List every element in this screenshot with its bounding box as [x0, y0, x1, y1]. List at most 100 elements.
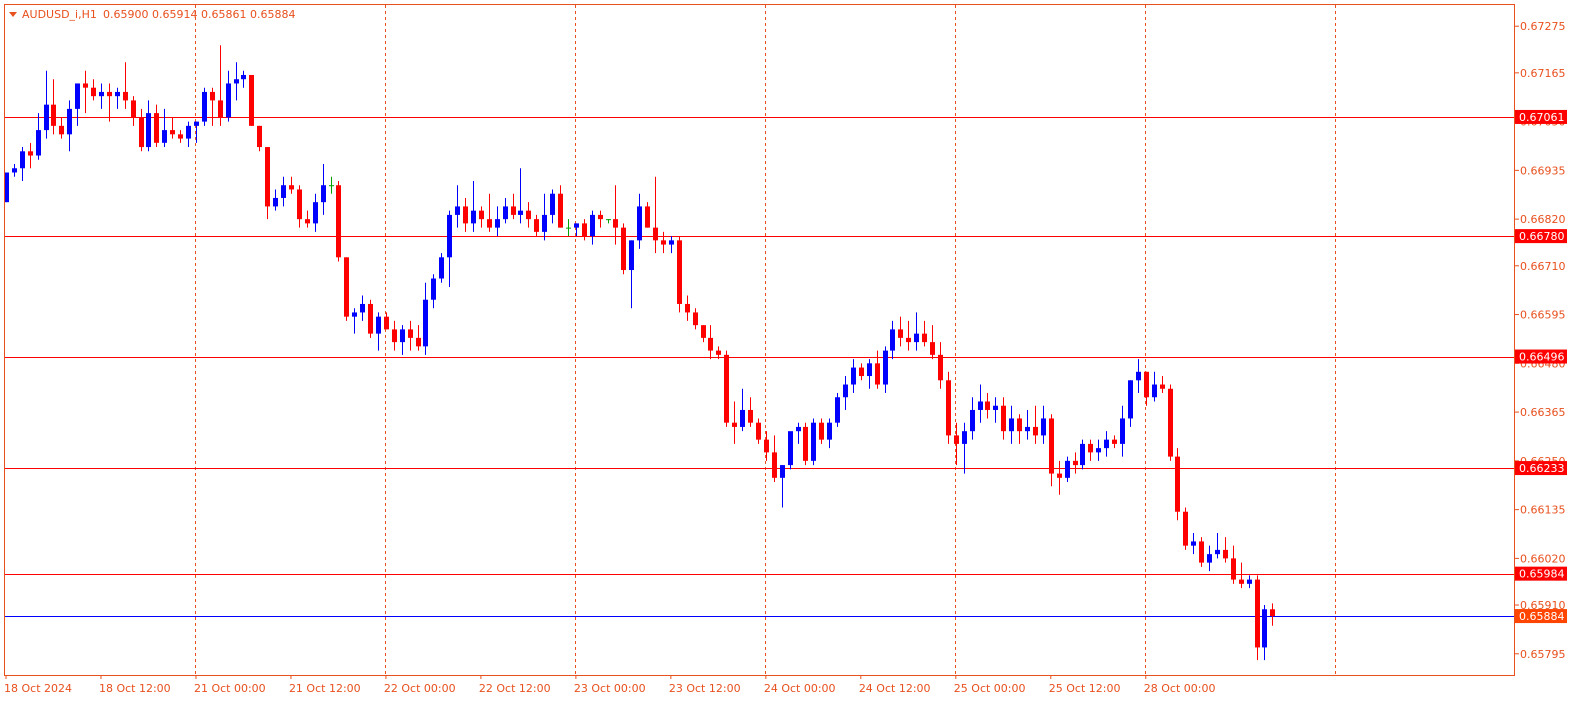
candle — [748, 397, 753, 427]
candle-body — [930, 342, 935, 355]
candle — [360, 295, 365, 321]
candle-body — [495, 219, 500, 228]
candle-body — [463, 206, 468, 224]
candle — [993, 397, 998, 423]
candle-body — [1168, 388, 1173, 457]
candle-body — [455, 206, 460, 215]
candle-body — [764, 439, 769, 453]
candle-body — [471, 210, 476, 224]
candle-body — [796, 426, 801, 432]
candle — [471, 180, 476, 232]
candle-body — [1009, 418, 1014, 432]
candle-body — [835, 397, 840, 423]
candle-body — [186, 125, 191, 139]
time-tick-label: 22 Oct 12:00 — [479, 682, 551, 695]
candle — [1096, 439, 1101, 461]
time-tick-label: 21 Oct 12:00 — [289, 682, 361, 695]
candle-body — [819, 422, 824, 440]
candle — [526, 202, 531, 228]
candle — [803, 422, 808, 466]
candle — [44, 70, 49, 139]
candle-body — [954, 435, 959, 444]
time-tick-label: 21 Oct 00:00 — [194, 682, 266, 695]
candle — [1120, 405, 1125, 457]
candle-body — [392, 329, 397, 343]
candle-body — [922, 333, 927, 343]
price-tick-label: 0.67165 — [1520, 67, 1566, 80]
candle-body — [701, 325, 706, 338]
candle — [75, 83, 80, 126]
collapse-triangle-icon[interactable] — [9, 12, 17, 17]
candle — [400, 325, 405, 355]
candle-body — [218, 100, 223, 118]
candle-body — [883, 350, 888, 385]
candle — [352, 308, 357, 334]
candle-body — [708, 337, 713, 351]
candle — [1152, 371, 1157, 402]
candle — [685, 295, 690, 321]
candle-body — [970, 409, 975, 432]
candle — [1136, 359, 1141, 394]
candle-body — [716, 350, 721, 355]
candle-body — [487, 219, 492, 228]
candles-layer — [4, 45, 1275, 661]
candle — [1088, 439, 1093, 461]
candle — [970, 397, 975, 440]
candle-body — [479, 210, 484, 220]
symbol-label: AUDUSD_i,H1 — [22, 8, 97, 21]
candle-body — [336, 185, 341, 258]
candle — [1041, 405, 1046, 444]
candle — [265, 147, 270, 220]
candle — [479, 206, 484, 228]
candle-body — [115, 91, 120, 97]
candle-body — [938, 354, 943, 381]
candle — [305, 210, 310, 228]
candle-body — [1112, 439, 1117, 444]
candle — [36, 113, 41, 160]
candle-body — [1136, 371, 1141, 381]
candle — [780, 465, 785, 508]
candle — [788, 431, 793, 470]
time-tick-label: 25 Oct 12:00 — [1049, 682, 1121, 695]
candle-body — [1128, 380, 1133, 419]
candle-body — [740, 409, 745, 427]
time-tick-label: 23 Oct 00:00 — [574, 682, 646, 695]
candle — [368, 299, 373, 338]
candle-body — [59, 125, 64, 135]
candle-body — [162, 130, 167, 143]
candle — [313, 193, 318, 232]
candle-body — [400, 329, 405, 343]
candle-body — [1231, 558, 1236, 580]
candle — [186, 121, 191, 148]
candle-body — [518, 210, 523, 215]
candle-body — [131, 100, 136, 118]
candle — [653, 176, 658, 254]
candle — [1017, 414, 1022, 444]
candle — [550, 189, 555, 224]
candle — [1073, 452, 1078, 474]
candle-body — [329, 185, 334, 187]
candle-body — [1247, 579, 1252, 584]
candle-body — [1262, 609, 1267, 648]
time-axis[interactable]: 18 Oct 2024 18 Oct 12:00 21 Oct 00:00 21 Oc… — [4, 675, 1215, 695]
candle — [740, 388, 745, 432]
candle-body — [534, 219, 539, 232]
candle — [1049, 414, 1054, 487]
time-tick-label: 22 Oct 00:00 — [384, 682, 456, 695]
price-tick-label: 0.66820 — [1520, 213, 1566, 226]
candle — [1215, 532, 1220, 559]
candle — [1270, 603, 1275, 626]
candle — [811, 418, 816, 466]
candle-body — [44, 104, 49, 131]
candle-body — [1223, 549, 1228, 559]
price-chart[interactable]: 0.672750.671650.670500.669350.668200.667… — [0, 0, 1586, 710]
candle — [613, 185, 618, 245]
candle — [883, 346, 888, 394]
candle — [392, 320, 397, 351]
price-tick-label: 0.66595 — [1520, 309, 1566, 322]
candle — [732, 401, 737, 444]
candle-body — [985, 401, 990, 410]
bid-price-label-text: 0.65884 — [1519, 610, 1565, 623]
candle-body — [12, 168, 17, 173]
candle-body — [978, 401, 983, 410]
